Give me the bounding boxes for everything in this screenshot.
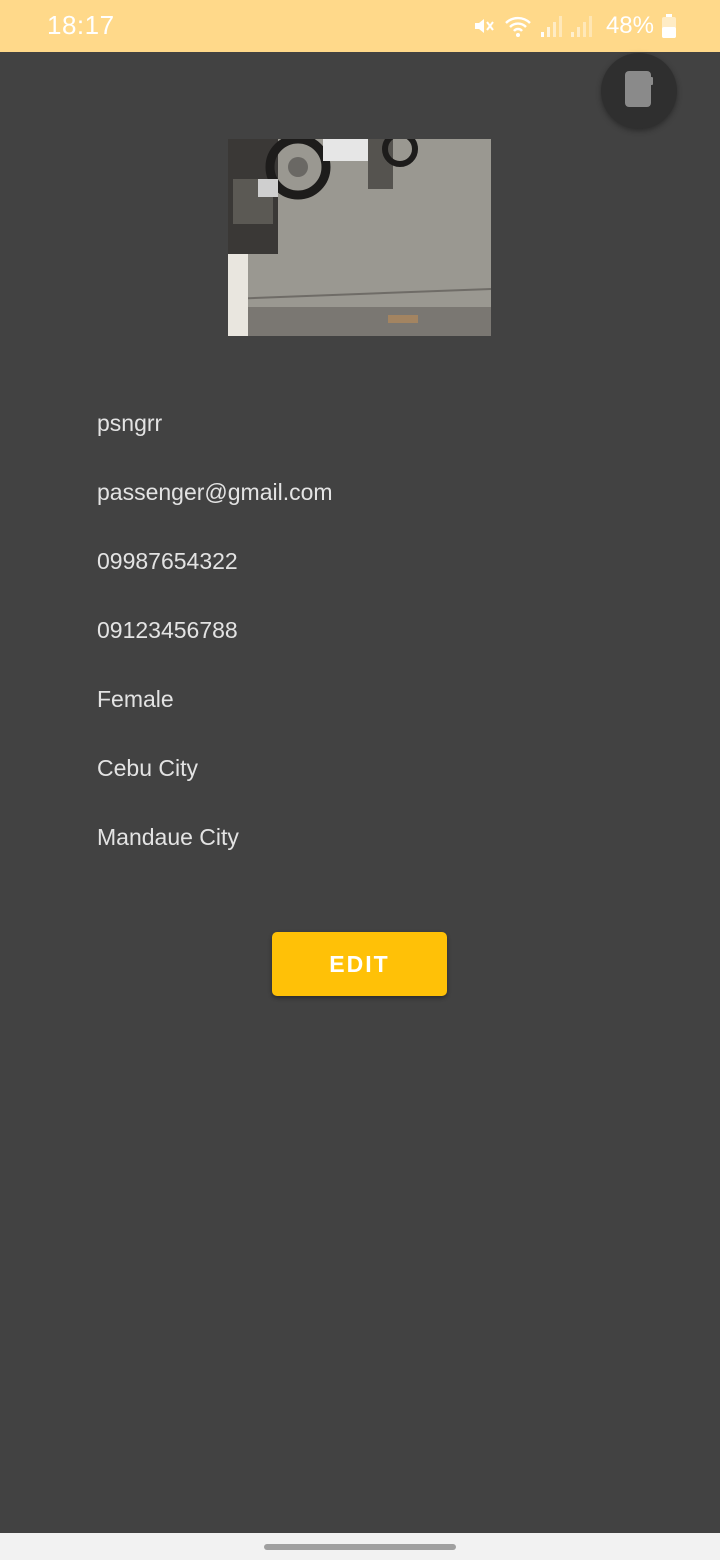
home-handle[interactable] xyxy=(264,1544,456,1550)
wifi-icon xyxy=(504,14,532,38)
username-text: psngrr xyxy=(97,410,163,436)
city-text: Cebu City xyxy=(97,755,198,781)
phone-icon xyxy=(622,69,656,114)
email-text: passenger@gmail.com xyxy=(97,479,333,505)
profile-photo xyxy=(228,139,491,336)
battery-percent: 48% xyxy=(605,12,654,39)
signal-icon-2 xyxy=(570,14,592,38)
gender-text: Female xyxy=(97,686,174,712)
emergency-phone-text: 09123456788 xyxy=(97,617,238,643)
edit-button[interactable]: EDIT xyxy=(272,932,447,996)
navigation-bar xyxy=(0,1533,720,1560)
address-text: Mandaue City xyxy=(97,824,239,850)
status-bar: 18:17 48% xyxy=(0,0,720,52)
battery-icon xyxy=(662,14,676,38)
phone-text: 09987654322 xyxy=(97,548,238,574)
status-icons: 48% xyxy=(472,12,676,40)
status-time: 18:17 xyxy=(47,10,115,40)
floating-phone-button[interactable] xyxy=(601,53,677,129)
signal-icon xyxy=(540,14,562,38)
mute-icon xyxy=(472,14,496,38)
